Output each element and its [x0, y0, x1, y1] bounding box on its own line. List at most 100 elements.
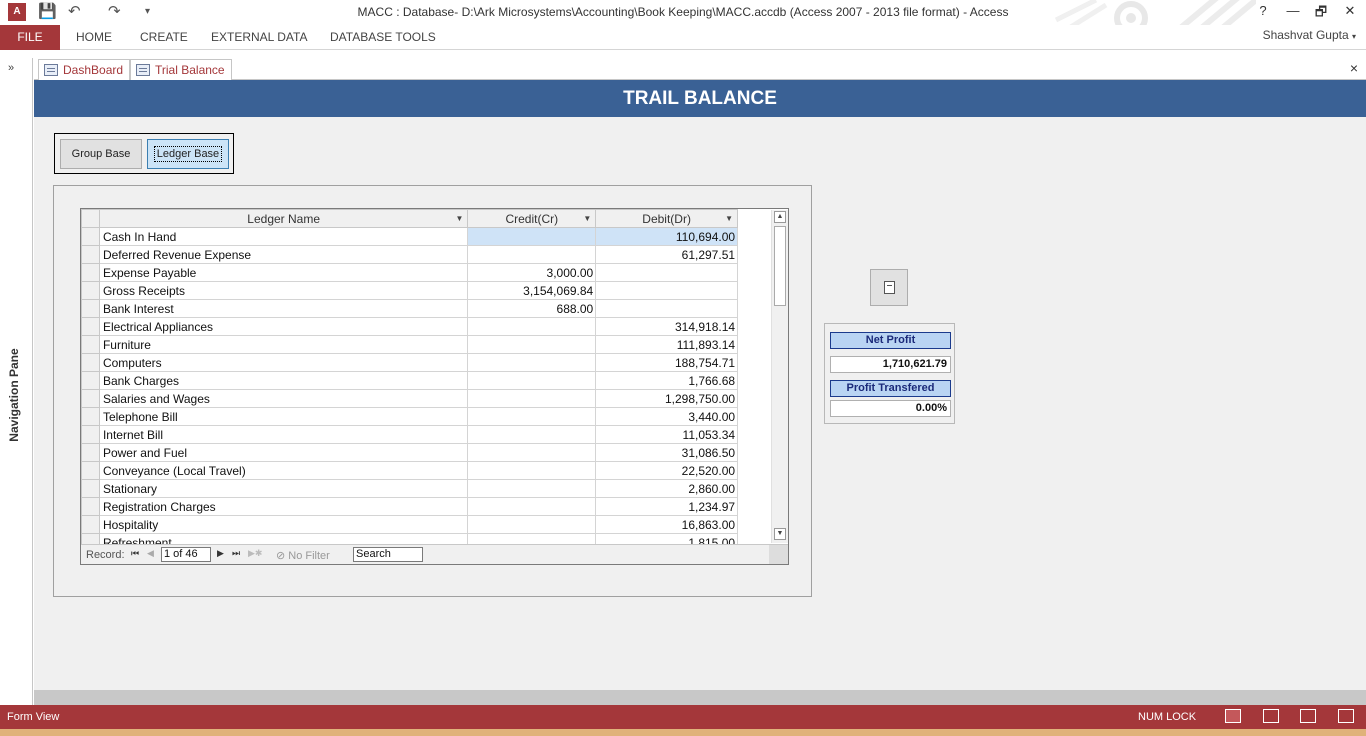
ledger-name-cell[interactable]: Gross Receipts [98, 281, 469, 300]
table-row[interactable]: Hospitality 16,863.00 [81, 515, 769, 534]
column-ledger-name[interactable]: Ledger Name ▼ [98, 209, 469, 228]
credit-cell[interactable] [467, 443, 597, 462]
vertical-scrollbar[interactable]: ▲ ▼ [771, 210, 788, 543]
row-selector[interactable] [81, 389, 100, 408]
file-tab[interactable]: FILE [0, 25, 60, 50]
table-row[interactable]: Cash In Hand 110,694.00 [81, 227, 769, 246]
search-input[interactable]: Search [353, 547, 423, 562]
debit-cell[interactable]: 314,918.14 [595, 317, 739, 336]
ledger-name-cell[interactable]: Bank Charges [98, 371, 469, 390]
ledger-name-cell[interactable]: Internet Bill [98, 425, 469, 444]
scroll-thumb[interactable] [774, 226, 786, 306]
scroll-down-icon[interactable]: ▼ [774, 528, 786, 540]
credit-cell[interactable] [467, 353, 597, 372]
debit-cell[interactable]: 110,694.00 [595, 227, 739, 246]
debit-cell[interactable]: 1,298,750.00 [595, 389, 739, 408]
debit-cell[interactable]: 61,297.51 [595, 245, 739, 264]
table-row[interactable]: Deferred Revenue Expense 61,297.51 [81, 245, 769, 264]
first-record-icon[interactable]: ⏮ [131, 548, 139, 559]
credit-cell[interactable] [467, 371, 597, 390]
table-row[interactable]: Registration Charges 1,234.97 [81, 497, 769, 516]
row-selector[interactable] [81, 515, 100, 534]
layout-view-icon[interactable] [1300, 709, 1316, 723]
form-view-icon[interactable] [1225, 709, 1241, 723]
ledger-name-cell[interactable]: Registration Charges [98, 497, 469, 516]
last-record-icon[interactable]: ⏭ [232, 548, 240, 559]
row-selector[interactable] [81, 479, 100, 498]
row-selector[interactable] [81, 425, 100, 444]
tab-home[interactable]: HOME [76, 25, 112, 50]
credit-cell[interactable] [467, 425, 597, 444]
row-selector[interactable] [81, 371, 100, 390]
credit-cell[interactable] [467, 335, 597, 354]
column-dropdown-icon[interactable]: ▼ [725, 214, 733, 223]
row-selector[interactable] [81, 335, 100, 354]
credit-cell[interactable]: 3,000.00 [467, 263, 597, 282]
table-row[interactable]: Power and Fuel 31,086.50 [81, 443, 769, 462]
tab-database-tools[interactable]: DATABASE TOOLS [330, 25, 436, 50]
table-row[interactable]: Computers 188,754.71 [81, 353, 769, 372]
table-row[interactable]: Furniture 111,893.14 [81, 335, 769, 354]
row-selector[interactable] [81, 263, 100, 282]
debit-cell[interactable]: 111,893.14 [595, 335, 739, 354]
user-account[interactable]: Shashvat Gupta ▾ [1263, 25, 1356, 45]
profit-transferred-value[interactable]: 0.00% [830, 400, 951, 417]
credit-cell[interactable]: 3,154,069.84 [467, 281, 597, 300]
credit-cell[interactable]: 688.00 [467, 299, 597, 318]
ledger-name-cell[interactable]: Hospitality [98, 515, 469, 534]
scroll-up-icon[interactable]: ▲ [774, 211, 786, 223]
close-window-button[interactable]: ✕ [1340, 3, 1360, 19]
debit-cell[interactable]: 16,863.00 [595, 515, 739, 534]
debit-cell[interactable]: 22,520.00 [595, 461, 739, 480]
close-document-icon[interactable]: × [1350, 60, 1358, 76]
column-debit[interactable]: Debit(Dr) ▼ [595, 209, 739, 228]
row-selector[interactable] [81, 497, 100, 516]
credit-cell[interactable] [467, 245, 597, 264]
tab-dashboard[interactable]: DashBoard [38, 59, 131, 80]
ledger-name-cell[interactable]: Electrical Appliances [98, 317, 469, 336]
column-dropdown-icon[interactable]: ▼ [583, 214, 591, 223]
tab-create[interactable]: CREATE [140, 25, 188, 50]
table-row[interactable]: Bank Charges 1,766.68 [81, 371, 769, 390]
credit-cell[interactable] [467, 497, 597, 516]
tab-trial-balance[interactable]: Trial Balance [130, 59, 232, 81]
ledger-name-cell[interactable]: Furniture [98, 335, 469, 354]
credit-cell[interactable] [467, 461, 597, 480]
ledger-datasheet[interactable]: Ledger Name ▼ Credit(Cr) ▼ Debit(Dr) ▼ Cash… [80, 208, 789, 565]
new-record-icon[interactable]: ▶✱ [248, 548, 262, 559]
row-selector[interactable] [81, 317, 100, 336]
ledger-name-cell[interactable]: Stationary [98, 479, 469, 498]
table-row[interactable]: Telephone Bill 3,440.00 [81, 407, 769, 426]
credit-cell[interactable] [467, 389, 597, 408]
debit-cell[interactable] [595, 281, 739, 300]
table-row[interactable]: Electrical Appliances 314,918.14 [81, 317, 769, 336]
current-record-field[interactable]: 1 of 46 [161, 547, 211, 562]
ledger-name-cell[interactable]: Telephone Bill [98, 407, 469, 426]
table-row[interactable]: Internet Bill 11,053.34 [81, 425, 769, 444]
select-all-corner[interactable] [81, 209, 100, 228]
debit-cell[interactable]: 188,754.71 [595, 353, 739, 372]
design-view-icon[interactable] [1338, 709, 1354, 723]
ledger-name-cell[interactable]: Expense Payable [98, 263, 469, 282]
tab-external-data[interactable]: EXTERNAL DATA [211, 25, 307, 50]
credit-cell[interactable] [467, 515, 597, 534]
row-selector[interactable] [81, 353, 100, 372]
credit-cell[interactable] [467, 227, 597, 246]
table-row[interactable]: Gross Receipts 3,154,069.84 [81, 281, 769, 300]
navigation-pane-label[interactable]: Navigation Pane [7, 335, 21, 455]
previous-record-icon[interactable]: ◀ [147, 548, 154, 559]
group-base-button[interactable]: Group Base [60, 139, 142, 169]
ledger-name-cell[interactable]: Salaries and Wages [98, 389, 469, 408]
report-button[interactable] [870, 269, 908, 306]
table-row[interactable]: Salaries and Wages 1,298,750.00 [81, 389, 769, 408]
help-button[interactable]: ? [1253, 3, 1273, 18]
debit-cell[interactable]: 1,766.68 [595, 371, 739, 390]
row-selector[interactable] [81, 443, 100, 462]
no-filter-indicator[interactable]: ⊘ No Filter [276, 549, 330, 562]
debit-cell[interactable]: 3,440.00 [595, 407, 739, 426]
table-row[interactable]: Expense Payable 3,000.00 [81, 263, 769, 282]
debit-cell[interactable]: 11,053.34 [595, 425, 739, 444]
ledger-name-cell[interactable]: Conveyance (Local Travel) [98, 461, 469, 480]
credit-cell[interactable] [467, 407, 597, 426]
ledger-name-cell[interactable]: Cash In Hand [98, 227, 469, 246]
